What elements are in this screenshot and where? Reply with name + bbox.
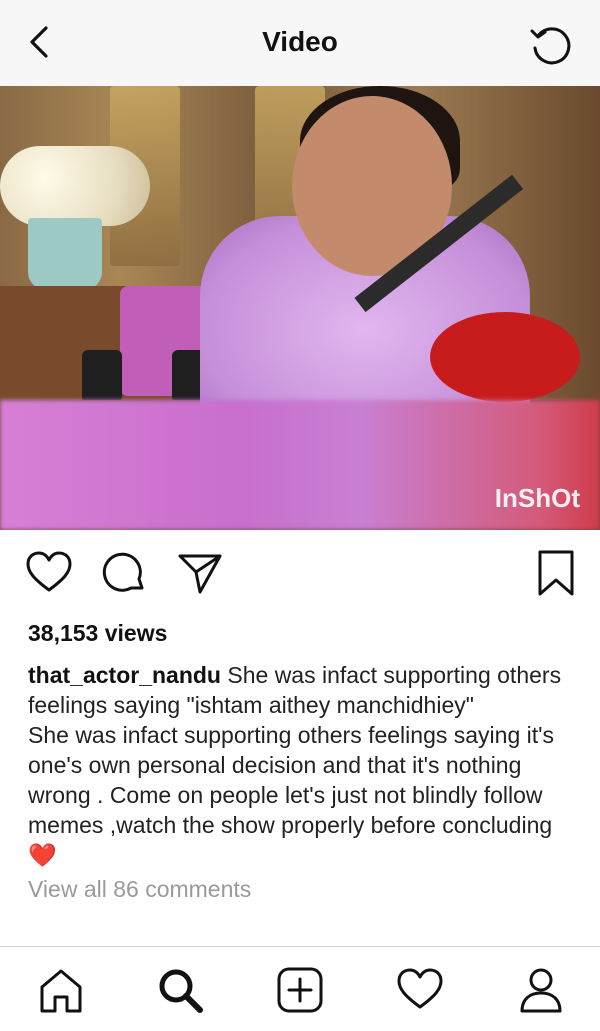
heart-icon[interactable] [24,548,74,598]
flowers [0,146,150,226]
inshot-watermark: InShOt [494,483,580,513]
search-icon[interactable] [155,965,205,1015]
view-count[interactable]: 38,153 views [28,620,580,647]
top-bar: Video [0,0,600,87]
black-bottle [82,350,122,400]
view-all-comments-link[interactable]: View all 86 comments [28,876,580,903]
add-icon[interactable] [275,965,325,1015]
post-actions [0,548,600,604]
post-content: 38,153 views that_actor_nandu She was in… [28,620,580,903]
heart-emoji: ❤️ [28,842,57,868]
comment-text: She was infact supporting others feeling… [28,722,555,838]
flower-vase [28,218,102,290]
boxing-glove [430,312,580,402]
post-caption: that_actor_nandu She was infact supporti… [28,660,580,720]
bookmark-icon[interactable] [532,548,582,598]
comment-icon[interactable] [100,548,150,598]
activity-heart-icon[interactable] [395,965,445,1015]
page-title: Video [262,26,338,57]
profile-icon[interactable] [516,965,566,1015]
comment-text-block: She was infact supporting others feeling… [28,720,580,870]
username-link[interactable]: that_actor_nandu [28,662,221,688]
refresh-icon[interactable] [528,22,574,68]
bottom-tab-bar [0,946,600,1031]
home-icon[interactable] [36,965,86,1015]
paper-plane-icon[interactable] [176,548,226,598]
video-player[interactable]: InShOt [0,86,600,530]
